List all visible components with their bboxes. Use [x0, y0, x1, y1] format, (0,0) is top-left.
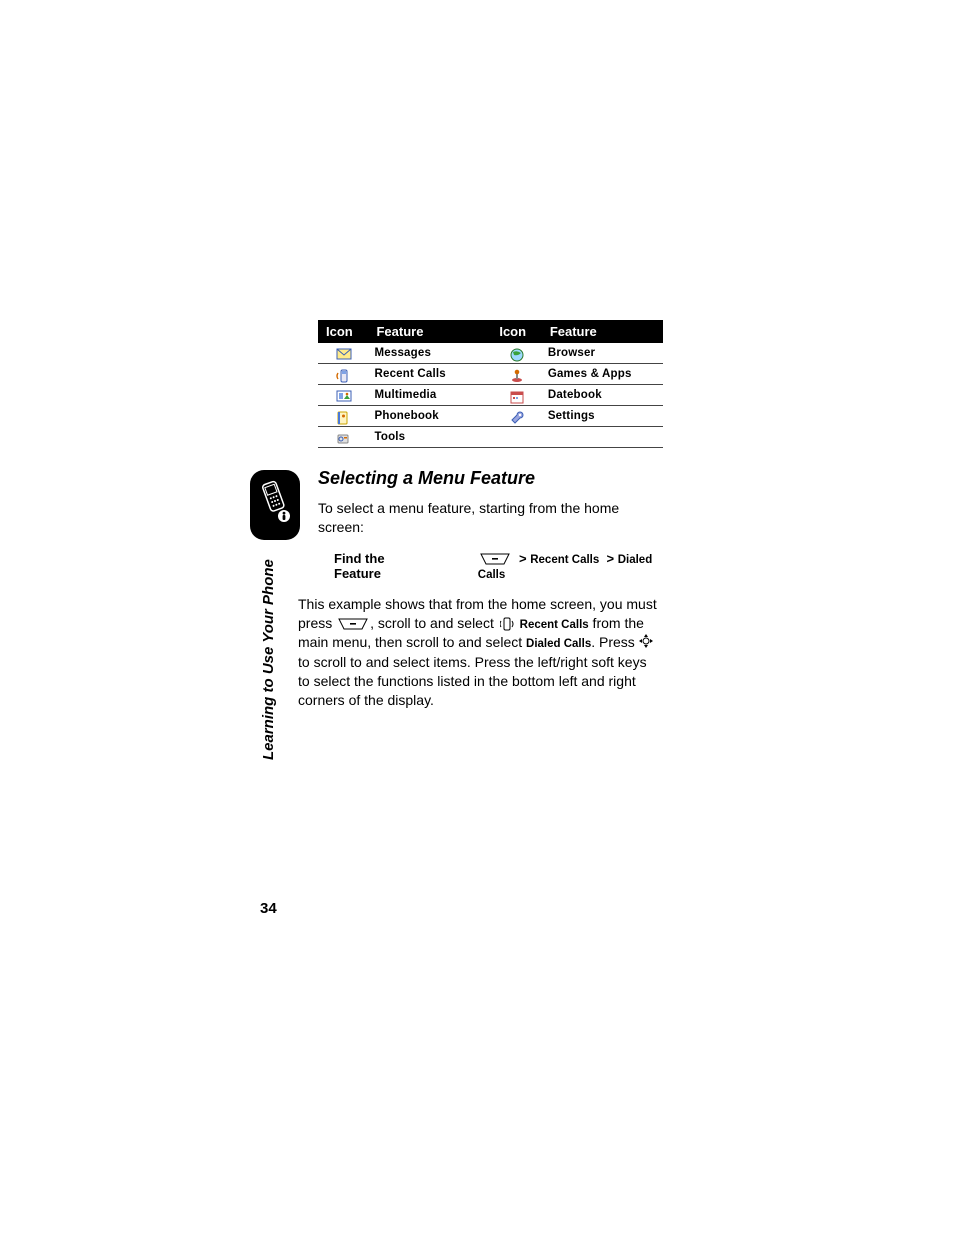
page: Learning to Use Your Phone Icon Feature … — [0, 0, 954, 1235]
menu-key-icon — [480, 553, 510, 565]
intro-text: To select a menu feature, starting from … — [318, 499, 638, 537]
feature-label: Recent Calls — [368, 364, 491, 385]
feature-label: Games & Apps — [542, 364, 663, 385]
table-header-row: Icon Feature Icon Feature — [318, 320, 663, 343]
page-number: 34 — [260, 900, 277, 917]
col-icon-1: Icon — [318, 320, 368, 343]
globe-icon — [510, 348, 524, 360]
find-feature-label: Find the Feature — [334, 551, 428, 581]
col-feature-1: Feature — [368, 320, 491, 343]
section-heading: Selecting a Menu Feature — [318, 468, 668, 489]
menu-key-icon — [338, 618, 368, 630]
content-area: Icon Feature Icon Feature Messages Brows… — [318, 320, 668, 710]
feature-label: Tools — [368, 427, 491, 448]
feature-icon-table: Icon Feature Icon Feature Messages Brows… — [318, 320, 663, 448]
feature-label: Browser — [542, 343, 663, 364]
table-row: Recent Calls Games & Apps — [318, 364, 663, 385]
feature-label: Messages — [368, 343, 491, 364]
feature-label — [542, 427, 663, 448]
phone-log-icon — [336, 369, 350, 381]
navigation-path: > Recent Calls > Dialed Calls — [478, 551, 668, 581]
nav-key-icon — [639, 634, 653, 653]
multimedia-icon — [336, 390, 350, 402]
body-paragraph: This example shows that from the home sc… — [298, 595, 658, 710]
feature-label: Multimedia — [368, 385, 491, 406]
table-row: Messages Browser — [318, 343, 663, 364]
col-icon-2: Icon — [491, 320, 541, 343]
joystick-icon — [510, 369, 524, 381]
tools-icon — [336, 432, 350, 444]
envelope-icon — [336, 348, 350, 360]
table-row: Phonebook Settings — [318, 406, 663, 427]
feature-label: Phonebook — [368, 406, 491, 427]
phonebook-icon — [336, 411, 350, 423]
calendar-icon — [510, 390, 524, 402]
phone-info-badge — [250, 470, 300, 540]
feature-label: Settings — [542, 406, 663, 427]
feature-label: Datebook — [542, 385, 663, 406]
find-feature-row: Find the Feature > Recent Calls > Dialed… — [334, 551, 668, 581]
table-row: Multimedia Datebook — [318, 385, 663, 406]
recent-calls-inline-icon — [500, 617, 514, 631]
wrench-icon — [510, 411, 524, 423]
section-label: Learning to Use Your Phone — [260, 559, 277, 760]
table-row: Tools — [318, 427, 663, 448]
col-feature-2: Feature — [542, 320, 663, 343]
